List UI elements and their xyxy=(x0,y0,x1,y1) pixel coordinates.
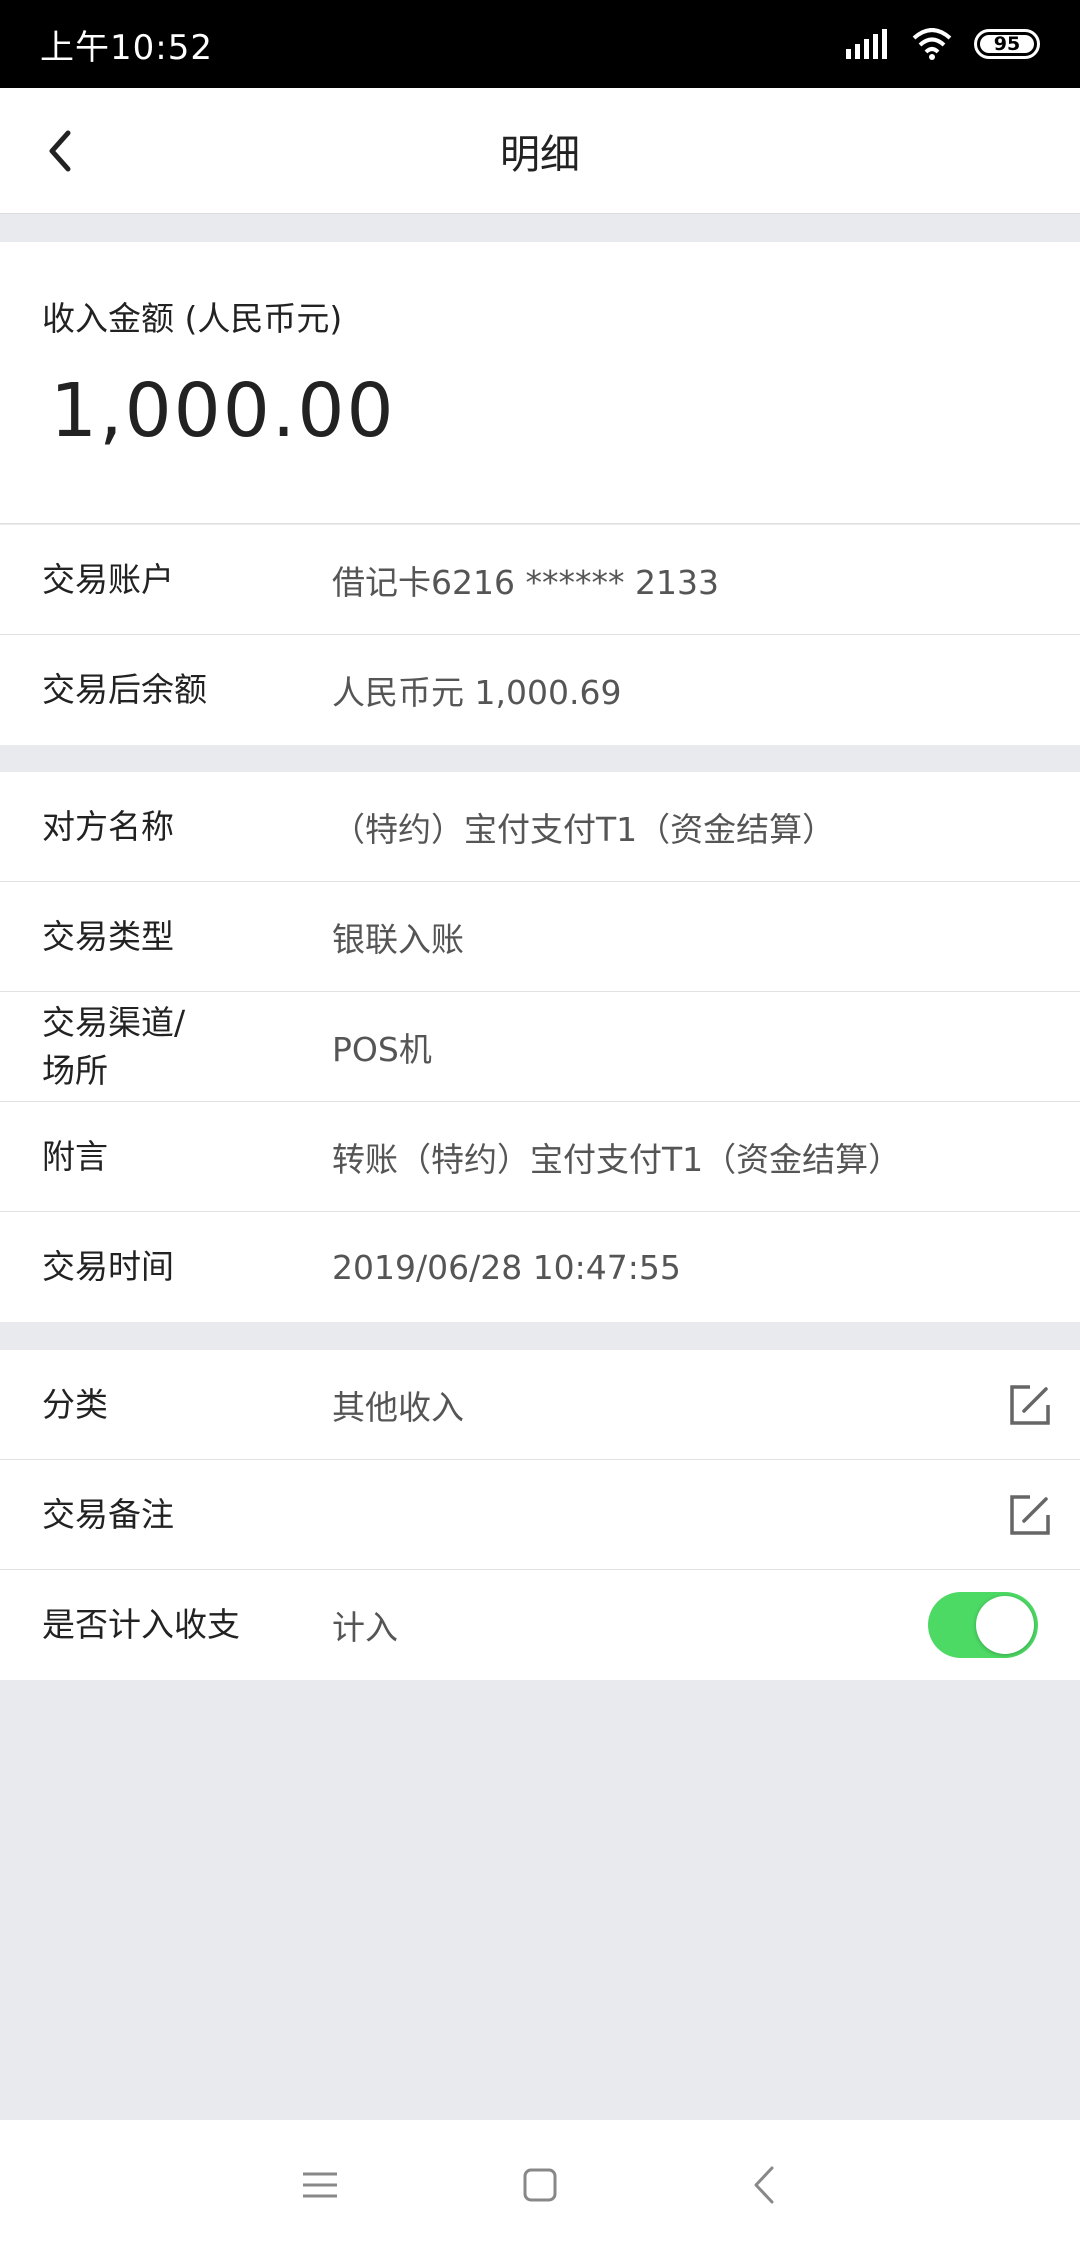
note-row[interactable]: 交易备注 xyxy=(0,1460,1080,1570)
row-value: 计入 xyxy=(332,1608,398,1647)
counterparty-row: 对方名称 （特约）宝付支付T1（资金结算） xyxy=(0,772,1080,882)
battery-icon: 95 xyxy=(974,29,1040,59)
menu-icon[interactable] xyxy=(295,2160,345,2210)
amount-value: 1,000.00 xyxy=(50,368,396,454)
wifi-icon xyxy=(912,28,952,60)
include-row: 是否计入收支 计入 xyxy=(0,1570,1080,1680)
row-value: 银联入账 xyxy=(332,919,464,959)
page-title: 明细 xyxy=(500,131,580,178)
row-label: 交易类型 xyxy=(42,916,174,956)
status-time: 上午10:52 xyxy=(40,27,213,68)
type-row: 交易类型 银联入账 xyxy=(0,882,1080,992)
nav-bar: 明细 xyxy=(0,88,1080,214)
row-label: 对方名称 xyxy=(42,806,174,846)
category-row[interactable]: 分类 其他收入 xyxy=(0,1350,1080,1460)
chevron-left-icon xyxy=(49,130,71,172)
row-label: 交易时间 xyxy=(42,1247,174,1286)
time-row: 交易时间 2019/06/28 10:47:55 xyxy=(0,1212,1080,1322)
row-value: 2019/06/28 10:47:55 xyxy=(332,1247,681,1287)
status-icons: 95 xyxy=(846,28,1040,60)
amount-label: 收入金额 (人民币元) xyxy=(42,299,343,338)
postscript-row: 附言 转账（特约）宝付支付T1（资金结算） xyxy=(0,1102,1080,1212)
account-section: 交易账户 借记卡6216 ****** 2133 交易后余额 人民币元 1,00… xyxy=(0,525,1080,745)
row-value: 其他收入 xyxy=(332,1387,464,1427)
row-value: （特约）宝付支付T1（资金结算） xyxy=(332,809,836,849)
row-label: 是否计入收支 xyxy=(42,1605,240,1644)
row-label: 附言 xyxy=(42,1136,108,1176)
signal-icon xyxy=(846,29,887,59)
row-label: 交易账户 xyxy=(42,559,174,599)
details-section: 对方名称 （特约）宝付支付T1（资金结算） 交易类型 银联入账 交易渠道/ 场所… xyxy=(0,772,1080,1322)
row-value: 转账（特约）宝付支付T1（资金结算） xyxy=(332,1139,902,1179)
status-bar: 上午10:52 95 xyxy=(0,0,1080,88)
back-icon[interactable] xyxy=(740,2160,790,2210)
edit-icon[interactable] xyxy=(1008,1383,1052,1427)
channel-row: 交易渠道/ 场所 POS机 xyxy=(0,992,1080,1102)
system-nav-bar xyxy=(0,2120,1080,2248)
back-button[interactable] xyxy=(30,121,90,181)
row-value: 人民币元 1,000.69 xyxy=(332,673,622,712)
edit-section: 分类 其他收入 交易备注 是否计入收支 计入 xyxy=(0,1350,1080,1680)
battery-level: 95 xyxy=(993,33,1021,55)
include-toggle[interactable] xyxy=(928,1592,1038,1658)
edit-icon[interactable] xyxy=(1008,1493,1052,1537)
balance-row: 交易后余额 人民币元 1,000.69 xyxy=(0,635,1080,745)
account-row: 交易账户 借记卡6216 ****** 2133 xyxy=(0,525,1080,635)
row-value: POS机 xyxy=(332,1029,432,1069)
row-value: 借记卡6216 ****** 2133 xyxy=(332,562,719,602)
row-label: 分类 xyxy=(42,1384,108,1424)
row-label: 交易备注 xyxy=(42,1494,174,1534)
row-label: 交易后余额 xyxy=(42,670,207,709)
row-label: 交易渠道/ 场所 xyxy=(42,1002,186,1090)
home-icon[interactable] xyxy=(515,2160,565,2210)
amount-block: 收入金额 (人民币元) 1,000.00 xyxy=(0,242,1080,524)
toggle-knob xyxy=(976,1596,1034,1654)
